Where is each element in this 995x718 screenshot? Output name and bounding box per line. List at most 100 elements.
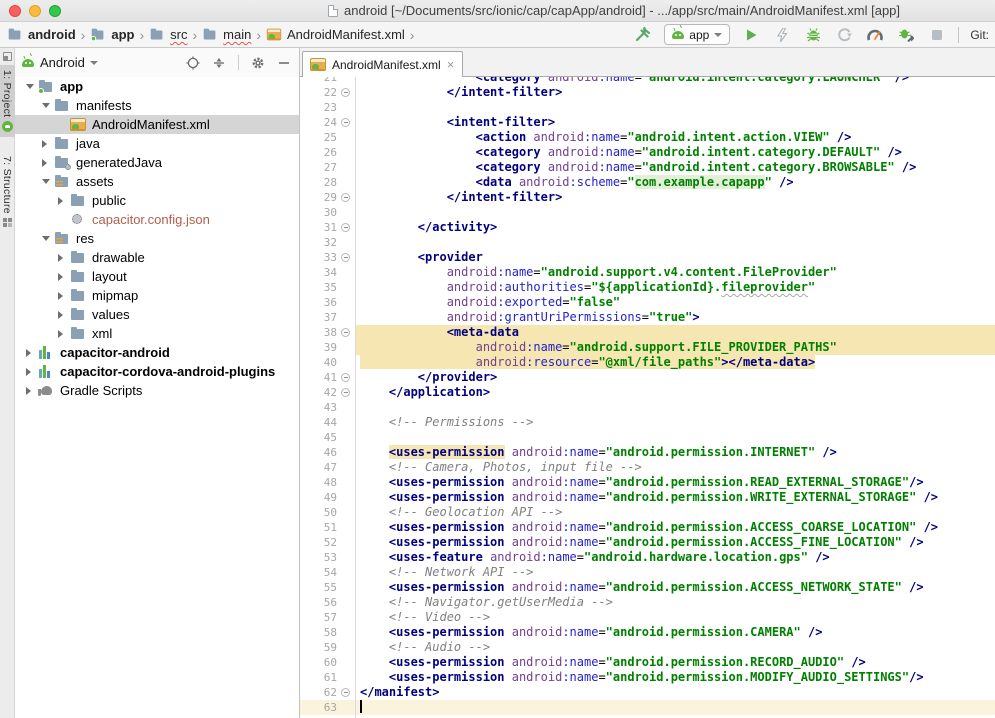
code-line-21[interactable]: <category android:name="android.intent.c… bbox=[356, 77, 995, 85]
tree-item-public[interactable]: public bbox=[15, 191, 299, 210]
code-line-24[interactable]: <intent-filter> bbox=[356, 115, 995, 130]
tool-window-tab-project[interactable]: 1: Project bbox=[0, 65, 15, 137]
collapse-all-icon[interactable] bbox=[212, 56, 226, 70]
code-line-50[interactable]: <!-- Geolocation API --> bbox=[356, 505, 995, 520]
tree-item-manifests[interactable]: manifests bbox=[15, 96, 299, 115]
fold-region-end-icon[interactable] bbox=[341, 388, 350, 397]
apply-code-changes-icon[interactable] bbox=[834, 25, 854, 45]
profiler-gauge-icon[interactable] bbox=[865, 25, 885, 45]
code-line-33[interactable]: <provider bbox=[356, 250, 995, 265]
collapsed-arrow-icon[interactable] bbox=[58, 193, 70, 208]
code-line-38[interactable]: <meta-data bbox=[356, 325, 995, 340]
tree-item-capacitor-android[interactable]: capacitor-android bbox=[15, 343, 299, 362]
expanded-arrow-icon[interactable] bbox=[42, 231, 54, 246]
tree-item-capacitor-config-json[interactable]: capacitor.config.json bbox=[15, 210, 299, 229]
collapsed-arrow-icon[interactable] bbox=[58, 326, 70, 341]
code-line-56[interactable]: <!-- Navigator.getUserMedia --> bbox=[356, 595, 995, 610]
collapsed-arrow-icon[interactable] bbox=[26, 345, 38, 360]
code-line-28[interactable]: <data android:scheme="com.example.capapp… bbox=[356, 175, 995, 190]
run-configuration-combo[interactable]: app bbox=[664, 24, 730, 45]
code-line-26[interactable]: <category android:name="android.intent.c… bbox=[356, 145, 995, 160]
collapsed-arrow-icon[interactable] bbox=[42, 136, 54, 151]
collapsed-arrow-icon[interactable] bbox=[26, 383, 38, 398]
code-line-29[interactable]: </intent-filter> bbox=[356, 190, 995, 205]
tool-window-tab-structure[interactable]: 7: Structure bbox=[0, 151, 15, 232]
code-line-36[interactable]: android:exported="false" bbox=[356, 295, 995, 310]
code-line-55[interactable]: <uses-permission android:name="android.p… bbox=[356, 580, 995, 595]
hide-panel-icon[interactable] bbox=[277, 56, 291, 70]
code-line-63[interactable] bbox=[356, 700, 995, 715]
code-line-35[interactable]: android:authorities="${applicationId}.fi… bbox=[356, 280, 995, 295]
code-line-52[interactable]: <uses-permission android:name="android.p… bbox=[356, 535, 995, 550]
code-line-57[interactable]: <!-- Video --> bbox=[356, 610, 995, 625]
breadcrumb-item-main[interactable]: main bbox=[201, 25, 252, 44]
code-line-49[interactable]: <uses-permission android:name="android.p… bbox=[356, 490, 995, 505]
tree-item-app[interactable]: app bbox=[15, 77, 299, 96]
tree-item-values[interactable]: values bbox=[15, 305, 299, 324]
code-line-41[interactable]: </provider> bbox=[356, 370, 995, 385]
code-line-61[interactable]: <uses-permission android:name="android.p… bbox=[356, 670, 995, 685]
code-line-31[interactable]: </activity> bbox=[356, 220, 995, 235]
tree-item-gradle-scripts[interactable]: Gradle Scripts bbox=[15, 381, 299, 400]
tree-item-generatedjava[interactable]: generatedJava bbox=[15, 153, 299, 172]
code-line-37[interactable]: android:grantUriPermissions="true"> bbox=[356, 310, 995, 325]
code-line-44[interactable]: <!-- Permissions --> bbox=[356, 415, 995, 430]
tree-item-layout[interactable]: layout bbox=[15, 267, 299, 286]
code-line-40[interactable]: android:resource="@xml/file_paths"></met… bbox=[356, 355, 995, 370]
fold-region-start-icon[interactable] bbox=[341, 328, 350, 337]
apply-changes-lightning-icon[interactable] bbox=[772, 25, 792, 45]
collapsed-arrow-icon[interactable] bbox=[58, 250, 70, 265]
code-line-58[interactable]: <uses-permission android:name="android.p… bbox=[356, 625, 995, 640]
code-line-53[interactable]: <uses-feature android:name="android.hard… bbox=[356, 550, 995, 565]
code-line-39[interactable]: android:name="android.support.FILE_PROVI… bbox=[356, 340, 995, 355]
expanded-arrow-icon[interactable] bbox=[42, 98, 54, 113]
debug-button[interactable] bbox=[803, 25, 823, 45]
stop-button[interactable] bbox=[927, 25, 947, 45]
fold-region-start-icon[interactable] bbox=[341, 253, 350, 262]
collapsed-arrow-icon[interactable] bbox=[26, 364, 38, 379]
tree-item-java[interactable]: java bbox=[15, 134, 299, 153]
fold-region-start-icon[interactable] bbox=[341, 118, 350, 127]
code-line-47[interactable]: <!-- Camera, Photos, input file --> bbox=[356, 460, 995, 475]
code-lines[interactable]: <category android:name="android.intent.c… bbox=[356, 77, 995, 718]
run-button[interactable] bbox=[741, 25, 761, 45]
collapsed-arrow-icon[interactable] bbox=[58, 288, 70, 303]
breadcrumb-item-app[interactable]: app bbox=[89, 25, 135, 44]
code-line-54[interactable]: <!-- Network API --> bbox=[356, 565, 995, 580]
breadcrumb-item-android[interactable]: android bbox=[6, 25, 77, 44]
tree-item-res[interactable]: res bbox=[15, 229, 299, 248]
code-line-62[interactable]: </manifest> bbox=[356, 685, 995, 700]
zoom-window-button[interactable] bbox=[49, 5, 61, 17]
build-hammer-button[interactable] bbox=[633, 25, 653, 45]
code-line-32[interactable] bbox=[356, 235, 995, 250]
expanded-arrow-icon[interactable] bbox=[26, 79, 38, 94]
code-line-48[interactable]: <uses-permission android:name="android.p… bbox=[356, 475, 995, 490]
code-line-22[interactable]: </intent-filter> bbox=[356, 85, 995, 100]
code-line-30[interactable] bbox=[356, 205, 995, 220]
git-label[interactable]: Git: bbox=[970, 28, 991, 42]
code-line-42[interactable]: </application> bbox=[356, 385, 995, 400]
breadcrumb-item-src[interactable]: src bbox=[148, 25, 188, 44]
fold-region-end-icon[interactable] bbox=[341, 223, 350, 232]
code-line-25[interactable]: <action android:name="android.intent.act… bbox=[356, 130, 995, 145]
fold-region-end-icon[interactable] bbox=[341, 193, 350, 202]
editor-tab-androidmanifest[interactable]: AndroidManifest.xml × bbox=[302, 51, 463, 77]
tree-item-xml[interactable]: xml bbox=[15, 324, 299, 343]
locate-icon[interactable] bbox=[186, 56, 200, 70]
code-line-43[interactable] bbox=[356, 400, 995, 415]
attach-debugger-icon[interactable] bbox=[896, 25, 916, 45]
tree-item-capacitor-cordova-android-plugins[interactable]: capacitor-cordova-android-plugins bbox=[15, 362, 299, 381]
code-line-59[interactable]: <!-- Audio --> bbox=[356, 640, 995, 655]
code-line-45[interactable] bbox=[356, 430, 995, 445]
collapsed-arrow-icon[interactable] bbox=[42, 155, 54, 170]
code-line-27[interactable]: <category android:name="android.intent.c… bbox=[356, 160, 995, 175]
close-window-button[interactable] bbox=[9, 5, 21, 17]
settings-gear-icon[interactable] bbox=[251, 56, 265, 70]
fold-region-end-icon[interactable] bbox=[341, 688, 350, 697]
code-line-60[interactable]: <uses-permission android:name="android.p… bbox=[356, 655, 995, 670]
expanded-arrow-icon[interactable] bbox=[42, 174, 54, 189]
code-line-51[interactable]: <uses-permission android:name="android.p… bbox=[356, 520, 995, 535]
collapsed-arrow-icon[interactable] bbox=[58, 307, 70, 322]
fold-region-end-icon[interactable] bbox=[341, 88, 350, 97]
tree-item-assets[interactable]: assets bbox=[15, 172, 299, 191]
